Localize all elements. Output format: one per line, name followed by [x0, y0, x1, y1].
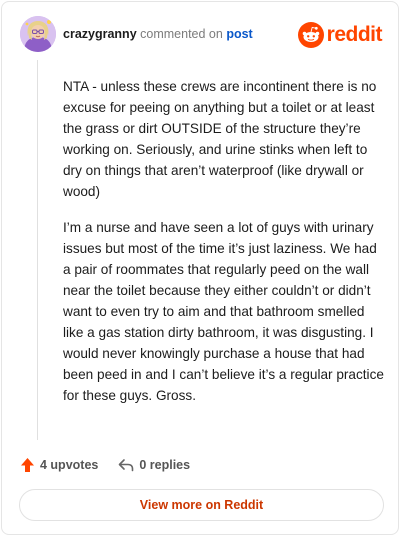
comment-paragraph: NTA - unless these crews are incontinent…	[63, 79, 377, 199]
avatar[interactable]	[20, 16, 56, 52]
comment-paragraph: I’m a nurse and have seen a lot of guys …	[63, 220, 384, 403]
comment-header: crazygranny commented on post reddit	[20, 16, 383, 54]
upvote-button[interactable]: 4 upvotes	[20, 457, 98, 473]
comment-verb: commented on	[140, 27, 223, 41]
comment-actions: 4 upvotes 0 replies	[20, 456, 190, 474]
reply-count: 0 replies	[139, 458, 191, 472]
avatar-image	[20, 16, 56, 52]
thread-line	[37, 60, 38, 440]
view-more-button[interactable]: View more on Reddit	[19, 489, 384, 521]
upvote-arrow-icon	[21, 458, 34, 472]
username[interactable]: crazygranny	[63, 27, 137, 41]
upvote-count: 4 upvotes	[40, 458, 99, 472]
comment-meta: crazygranny commented on post	[63, 27, 253, 41]
reddit-wordmark: reddit	[326, 23, 383, 46]
comment-body: NTA - unless these crews are incontinent…	[63, 76, 388, 421]
reddit-logo-icon	[297, 22, 324, 48]
post-link[interactable]: post	[226, 27, 252, 41]
reddit-brand[interactable]: reddit	[297, 21, 383, 49]
comment-card: crazygranny commented on post reddit NTA…	[1, 1, 399, 535]
reply-arrow-icon	[119, 459, 134, 472]
reply-button[interactable]: 0 replies	[118, 458, 190, 472]
